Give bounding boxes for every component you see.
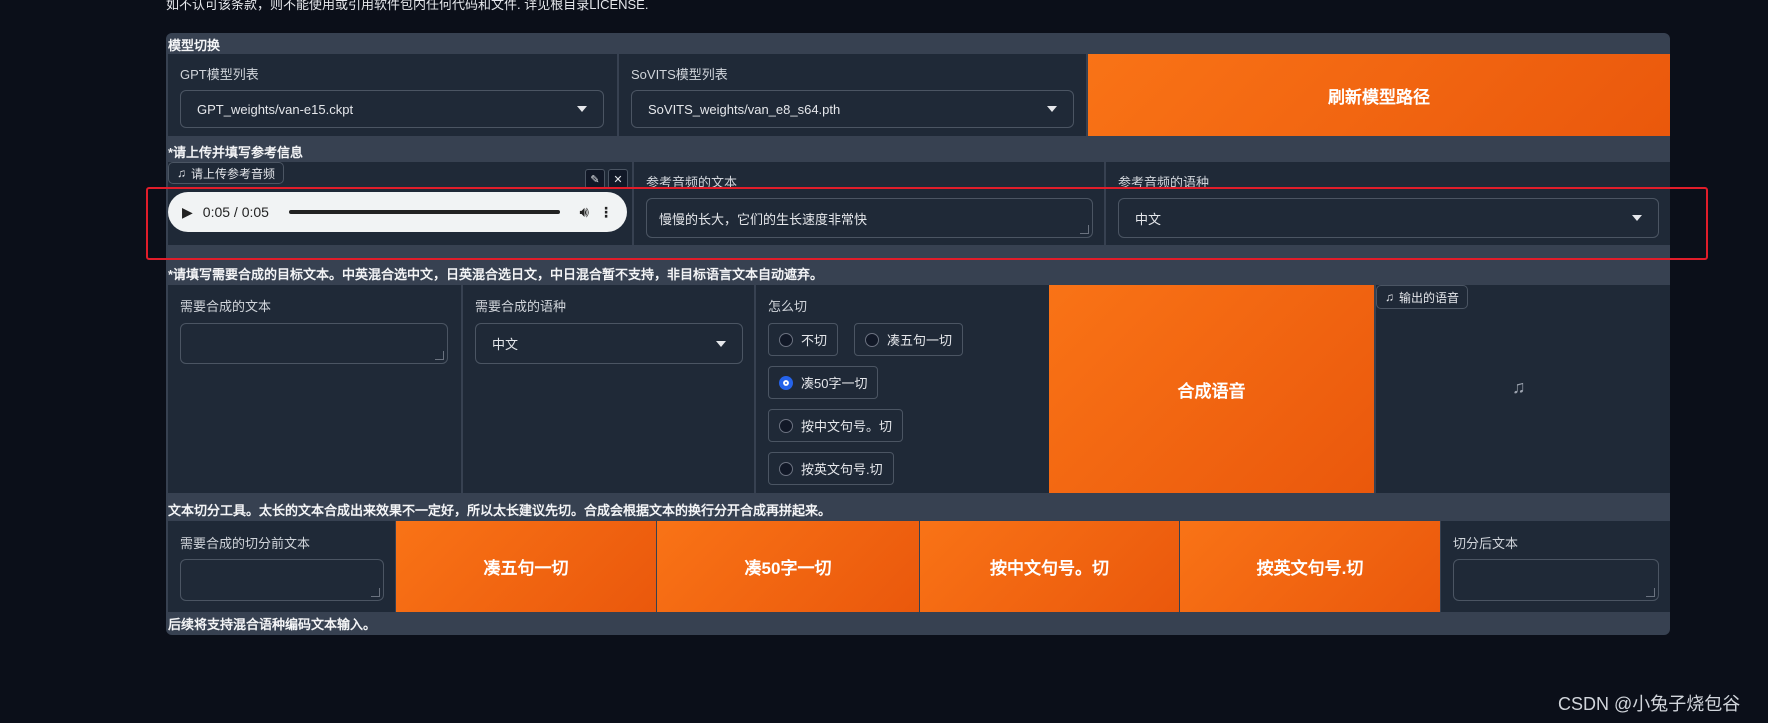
music-note-icon: ♫: [1385, 290, 1394, 304]
cut-option-label: 按英文句号.切: [801, 462, 883, 477]
sovits-model-panel: SoVITS模型列表 SoVITS_weights/van_e8_s64.pth: [619, 54, 1086, 136]
radio-icon: [865, 332, 879, 347]
gpt-model-value: GPT_weights/van-e15.ckpt: [197, 101, 354, 117]
sovits-model-value: SoVITS_weights/van_e8_s64.pth: [648, 101, 841, 117]
footer-note: 后续将支持混合语种编码文本输入。: [168, 617, 377, 632]
split-input-label: 需要合成的切分前文本: [180, 536, 311, 551]
cut-option-label: 按中文句号。切: [801, 419, 893, 434]
target-language-label: 需要合成的语种: [475, 299, 567, 314]
cut-option-none[interactable]: 不切: [768, 323, 839, 356]
split-output-textarea[interactable]: [1453, 559, 1659, 601]
split-input-panel: 需要合成的切分前文本: [168, 521, 395, 612]
cut-option-five-sentences[interactable]: 凑五句一切: [854, 323, 964, 356]
close-icon[interactable]: ✕: [608, 169, 628, 189]
target-text-panel: 需要合成的文本: [168, 285, 461, 493]
upload-audio-badge: ♫ 请上传参考音频: [168, 162, 285, 184]
edit-icon[interactable]: ✎: [585, 169, 605, 189]
cut-method-label: 怎么切: [768, 299, 808, 314]
model-switch-title: 模型切换: [168, 38, 221, 53]
target-text-input[interactable]: [180, 323, 448, 364]
gpt-model-panel: GPT模型列表 GPT_weights/van-e15.ckpt: [168, 54, 617, 136]
resize-grip-icon[interactable]: [1646, 588, 1655, 597]
target-text-label: 需要合成的文本: [180, 299, 272, 314]
split-output-label: 切分后文本: [1453, 536, 1519, 551]
cut-option-label: 凑50字一切: [801, 376, 868, 391]
synthesis-title: *请填写需要合成的目标文本。中英混合选中文，日英混合选日文，中日混合暂不支持，非…: [168, 267, 824, 282]
cut-option-chinese-period[interactable]: 按中文句号。切: [768, 409, 904, 442]
sovits-model-dropdown[interactable]: SoVITS_weights/van_e8_s64.pth: [631, 90, 1074, 128]
chevron-down-icon: [716, 340, 726, 347]
radio-icon: [779, 332, 793, 347]
cut-option-label: 不切: [801, 333, 828, 348]
cut-method-panel: 怎么切 不切 凑五句一切 凑50字一切 按中文句号。切 按英文句号.切: [756, 285, 1049, 493]
radio-selected-icon: [779, 375, 793, 390]
music-note-icon: ♫: [1512, 377, 1526, 397]
license-notice: 如不认可该条款，则不能使用或引用软件包内任何代码和文件. 详见根目录LICENS…: [166, 0, 649, 12]
resize-grip-icon[interactable]: [371, 588, 380, 597]
target-language-dropdown[interactable]: 中文: [475, 323, 743, 364]
split-chinese-period-button[interactable]: 按中文句号。切: [920, 521, 1179, 612]
output-audio-badge: ♫ 输出的语音: [1376, 285, 1469, 309]
resize-grip-icon[interactable]: [435, 351, 444, 360]
reference-title: *请上传并填写参考信息: [168, 145, 304, 160]
radio-icon: [779, 418, 793, 433]
split-output-panel: 切分后文本: [1441, 521, 1670, 612]
chevron-down-icon: [1047, 106, 1057, 112]
split-tool-title: 文本切分工具。太长的文本合成出来效果不一定好，所以太长建议先切。合成会根据文本的…: [168, 503, 832, 518]
refresh-models-button[interactable]: 刷新模型路径: [1088, 54, 1670, 136]
split-input-textarea[interactable]: [180, 559, 384, 601]
upload-audio-label: 请上传参考音频: [191, 166, 276, 181]
target-language-panel: 需要合成的语种 中文: [463, 285, 754, 493]
gpt-model-dropdown[interactable]: GPT_weights/van-e15.ckpt: [180, 90, 604, 128]
cut-option-fifty-chars[interactable]: 凑50字一切: [768, 366, 879, 399]
split-english-period-button[interactable]: 按英文句号.切: [1180, 521, 1440, 612]
sovits-model-label: SoVITS模型列表: [631, 67, 728, 82]
chevron-down-icon: [577, 106, 587, 112]
radio-icon: [779, 461, 793, 476]
split-five-sentences-button[interactable]: 凑五句一切: [396, 521, 656, 612]
output-audio-panel: ♫ 输出的语音 ♫: [1376, 285, 1670, 493]
split-fifty-chars-button[interactable]: 凑50字一切: [657, 521, 919, 612]
output-audio-label: 输出的语音: [1399, 290, 1460, 305]
target-language-value: 中文: [492, 337, 519, 352]
watermark: CSDN @小兔子烧包谷: [1558, 694, 1741, 714]
cut-option-label: 凑五句一切: [887, 333, 953, 348]
music-note-icon: ♫: [177, 166, 186, 180]
highlight-box: [146, 187, 1708, 260]
synthesize-button[interactable]: 合成语音: [1049, 285, 1374, 493]
gpt-model-label: GPT模型列表: [180, 67, 259, 82]
cut-option-english-period[interactable]: 按英文句号.切: [768, 452, 894, 485]
